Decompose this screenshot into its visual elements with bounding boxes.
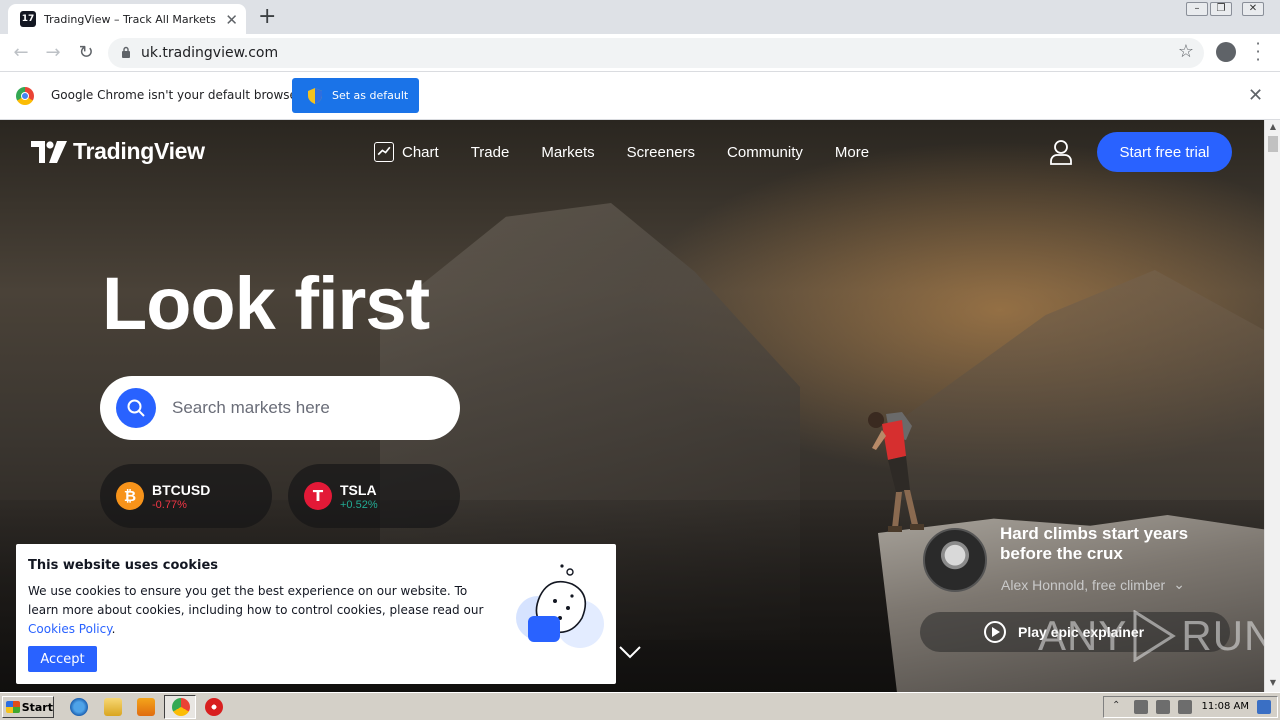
search-input[interactable] xyxy=(172,398,442,418)
chevron-down-icon: ⌄ xyxy=(1173,576,1185,592)
nav-more[interactable]: More xyxy=(835,144,869,161)
show-desktop-icon[interactable] xyxy=(1257,700,1271,714)
hero-title: Look first xyxy=(102,262,430,345)
page-viewport: TradingView Chart Trade Markets Screener… xyxy=(0,120,1264,692)
hero-quote: Hard climbs start years before the crux xyxy=(1000,524,1189,563)
nav-chart-label: Chart xyxy=(402,143,439,161)
url-text: uk.tradingview.com xyxy=(141,45,279,61)
taskbar-chrome-button[interactable] xyxy=(164,695,196,719)
volume-icon[interactable] xyxy=(1134,700,1148,714)
ticker-change: -0.77% xyxy=(152,498,187,511)
browser-tab[interactable]: 17 TradingView – Track All Markets ✕ xyxy=(8,4,246,34)
restore-window-button[interactable]: ❐ xyxy=(1210,2,1232,16)
cookie-body-end: . xyxy=(111,622,116,636)
windows-logo-icon xyxy=(6,701,20,713)
start-button[interactable]: Start xyxy=(2,696,54,718)
chart-icon xyxy=(374,142,394,162)
cookie-illustration-icon xyxy=(516,564,604,648)
network-icon[interactable] xyxy=(1156,700,1170,714)
infobar-message: Google Chrome isn't your default browser xyxy=(51,88,302,102)
tab-title: TradingView – Track All Markets xyxy=(44,12,216,26)
close-window-button[interactable]: ✕ xyxy=(1242,2,1264,16)
nav-chart[interactable]: Chart xyxy=(374,142,439,162)
browser-toolbar: ← → ↻ uk.tradingview.com ☆ · · · xyxy=(0,34,1280,72)
tradingview-favicon-icon: 17 xyxy=(20,11,36,27)
chrome-logo-icon xyxy=(16,87,34,105)
clock: 11:08 AM xyxy=(1201,701,1249,712)
reload-icon[interactable]: ↻ xyxy=(75,42,97,64)
tesla-icon: T xyxy=(304,482,332,510)
default-browser-infobar: Google Chrome isn't your default browser… xyxy=(0,72,1280,120)
scrollbar-thumb[interactable] xyxy=(1268,136,1278,152)
start-free-trial-button[interactable]: Start free trial xyxy=(1097,132,1232,172)
nav-trade[interactable]: Trade xyxy=(471,144,510,161)
accept-cookies-button[interactable]: Accept xyxy=(28,646,97,672)
user-account-icon[interactable] xyxy=(1049,139,1073,165)
tradingview-logo-icon xyxy=(31,140,67,163)
lock-icon xyxy=(122,46,130,58)
play-icon xyxy=(984,621,1006,643)
ticker-symbol: TSLA xyxy=(340,481,377,498)
mountain-background xyxy=(900,270,1264,540)
windows-taskbar: Start ⌃ 11:08 AM xyxy=(0,692,1280,720)
action-center-flag-icon[interactable] xyxy=(1178,700,1192,714)
forward-arrow-icon[interactable]: → xyxy=(42,42,64,64)
scroll-down-chevron-icon[interactable] xyxy=(618,640,642,664)
minimize-window-button[interactable]: – xyxy=(1186,2,1208,16)
scroll-up-arrow-icon[interactable]: ▲ xyxy=(1265,122,1280,132)
nav-markets[interactable]: Markets xyxy=(541,144,594,161)
climber-figure xyxy=(868,412,924,532)
opera-icon[interactable] xyxy=(205,698,223,716)
start-label: Start xyxy=(21,700,53,714)
alex-honnold-avatar xyxy=(923,528,987,592)
internet-explorer-icon[interactable] xyxy=(70,698,88,716)
ticker-change: +0.52% xyxy=(340,498,378,511)
ticker-symbol: BTCUSD xyxy=(152,481,211,498)
tradingview-logo-text: TradingView xyxy=(73,138,205,164)
back-arrow-icon[interactable]: ← xyxy=(10,42,32,64)
watermark-right-text: RUN xyxy=(1181,612,1264,659)
page-scrollbar[interactable]: ▲ ▼ xyxy=(1264,120,1280,692)
quote-author-text: Alex Honnold, free climber xyxy=(1001,576,1166,593)
cookie-body-text: We use cookies to ensure you get the bes… xyxy=(28,584,484,617)
chrome-icon xyxy=(172,698,190,716)
file-explorer-icon[interactable] xyxy=(104,698,122,716)
cookies-policy-link[interactable]: Cookies Policy xyxy=(28,622,112,636)
shield-icon xyxy=(308,87,322,104)
set-as-default-label: Set as default xyxy=(332,89,409,102)
set-as-default-button[interactable]: Set as default xyxy=(292,78,419,113)
address-bar[interactable]: uk.tradingview.com ☆ xyxy=(108,38,1204,68)
system-tray: ⌃ 11:08 AM xyxy=(1103,696,1278,718)
watermark-play-icon xyxy=(1133,610,1177,662)
ticker-tsla[interactable]: T TSLA +0.52% xyxy=(288,464,460,528)
search-icon[interactable] xyxy=(116,388,156,428)
market-search-box[interactable] xyxy=(100,376,460,440)
scroll-down-arrow-icon[interactable]: ▼ xyxy=(1265,678,1280,688)
cookie-banner: This website uses cookies We use cookies… xyxy=(16,544,616,684)
quote-author[interactable]: Alex Honnold, free climber ⌄ xyxy=(1001,576,1185,593)
nav-screeners[interactable]: Screeners xyxy=(627,144,695,161)
tradingview-logo[interactable]: TradingView xyxy=(31,138,205,165)
chrome-menu-icon[interactable]: · · · xyxy=(1252,36,1264,68)
tab-close-icon[interactable]: ✕ xyxy=(225,11,238,29)
watermark-left-text: ANY xyxy=(1038,612,1128,659)
cookie-title: This website uses cookies xyxy=(28,558,219,573)
media-player-icon[interactable] xyxy=(137,698,155,716)
cookie-body: We use cookies to ensure you get the bes… xyxy=(28,582,498,639)
new-tab-icon[interactable]: + xyxy=(258,6,276,28)
infobar-close-icon[interactable]: ✕ xyxy=(1248,85,1263,106)
browser-tab-strip: 17 TradingView – Track All Markets ✕ + –… xyxy=(0,0,1280,34)
bitcoin-icon: ₿ xyxy=(116,482,144,510)
anyrun-watermark: ANY RUN xyxy=(1038,610,1264,662)
show-hidden-icons-icon[interactable]: ⌃ xyxy=(1112,700,1126,714)
profile-avatar-icon[interactable] xyxy=(1216,42,1236,62)
ticker-btcusd[interactable]: ₿ BTCUSD -0.77% xyxy=(100,464,272,528)
nav-community[interactable]: Community xyxy=(727,144,803,161)
main-nav: Chart Trade Markets Screeners Community … xyxy=(374,142,869,162)
bookmark-star-icon[interactable]: ☆ xyxy=(1178,41,1194,62)
